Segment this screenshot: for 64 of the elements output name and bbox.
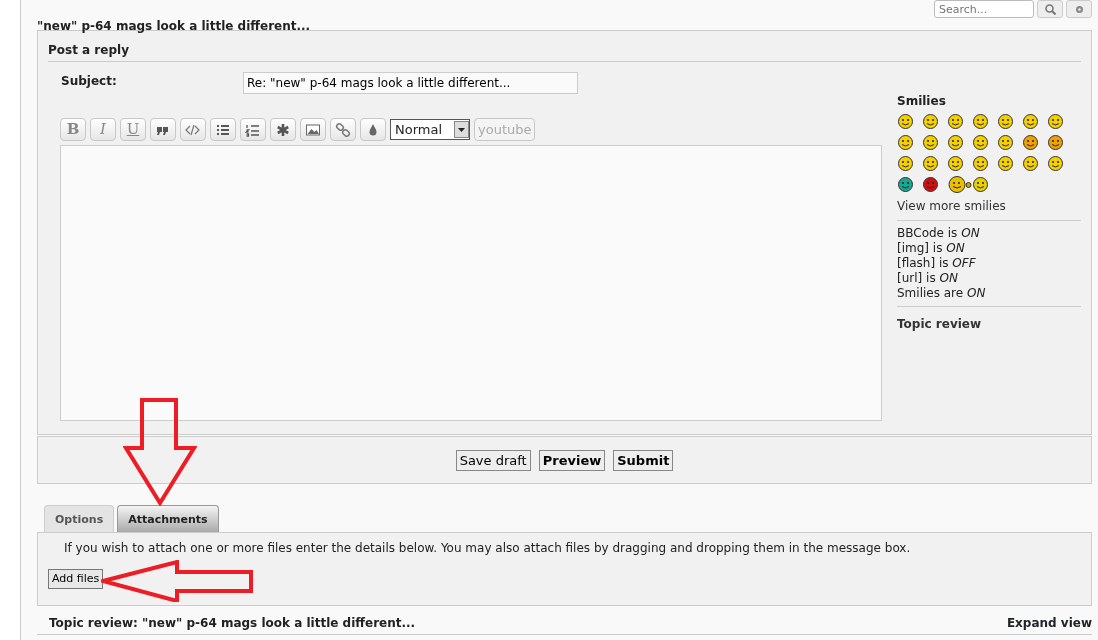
search-field[interactable]: Search... — [934, 0, 1034, 18]
status-line: BBCode is ON — [897, 226, 981, 241]
smiley-icon[interactable] — [1047, 155, 1064, 172]
topic-review-link[interactable]: Topic review — [897, 315, 1081, 333]
smiley-icon[interactable] — [972, 134, 989, 151]
section-heading: Topic review: "new" p-64 mags look a little different... — [49, 614, 416, 632]
smiley-icon[interactable] — [897, 155, 914, 172]
view-more-link[interactable]: View more smilies — [897, 197, 1081, 215]
section-heading: Post a reply — [48, 41, 1081, 62]
status-line: [img] is ON — [897, 241, 966, 256]
smiley-icon[interactable] — [897, 176, 914, 193]
expand-view-link[interactable]: Expand view — [1006, 613, 1092, 632]
smiley-icon[interactable] — [1047, 113, 1064, 130]
smiley-icon[interactable] — [922, 134, 939, 151]
smiley-icon[interactable] — [997, 113, 1014, 130]
topic-title[interactable]: "new" p-64 mags look a little different... — [37, 19, 311, 33]
smiley-icon[interactable] — [1022, 113, 1039, 130]
add-files-button[interactable]: Add files — [48, 568, 104, 589]
status-line: [flash] is OFF — [897, 256, 977, 271]
smiley-icon[interactable] — [947, 113, 964, 130]
image-icon — [305, 121, 321, 138]
smiley-icon[interactable] — [1022, 155, 1039, 172]
smiley-icon[interactable] — [1047, 134, 1064, 151]
smiley-icon[interactable] — [972, 113, 989, 130]
smiley-icon[interactable] — [922, 155, 939, 172]
font-size-select[interactable]: Normal — [390, 119, 470, 140]
settings-icon — [1073, 3, 1085, 15]
smiley-icon[interactable] — [972, 176, 989, 193]
settings-button[interactable] — [1066, 0, 1092, 18]
form-button[interactable]: Submit — [613, 449, 674, 471]
toolbar-button[interactable] — [240, 118, 266, 141]
smiley-icon[interactable] — [947, 155, 964, 172]
tab[interactable]: Options — [44, 505, 115, 532]
tab[interactable]: Attachments — [117, 505, 219, 532]
toolbar-button[interactable] — [150, 118, 176, 141]
smiley-icon[interactable] — [897, 113, 914, 130]
toolbar-button[interactable] — [270, 118, 296, 141]
toolbar-button[interactable] — [210, 118, 236, 141]
toolbar-button[interactable] — [330, 118, 356, 141]
smiley-icon[interactable] — [922, 176, 939, 193]
smiley-icon[interactable] — [947, 176, 972, 193]
field-label: Subject: — [61, 73, 118, 90]
subject-field[interactable]: Re: "new" p-64 mags look a little different... — [243, 72, 578, 94]
dropdown-caret-icon — [454, 121, 469, 138]
smiley-icon[interactable] — [972, 155, 989, 172]
instruction-text: If you wish to attach one or more files enter the details below. You may also attach files by dragging and dropping them in the message box. — [63, 539, 912, 557]
smiley-icon[interactable] — [1022, 134, 1039, 151]
link-icon — [335, 121, 351, 138]
smiley-icon[interactable] — [947, 134, 964, 151]
smiley-icon[interactable] — [997, 155, 1014, 172]
asterisk-icon — [275, 121, 291, 138]
toolbar-button[interactable] — [300, 118, 326, 141]
form-button[interactable]: Preview — [538, 449, 606, 471]
toolbar-button[interactable] — [180, 118, 206, 141]
section-heading: Smilies — [897, 93, 947, 110]
form-button[interactable]: Save draft — [455, 449, 531, 471]
smiley-icon[interactable] — [922, 113, 939, 130]
search-button[interactable] — [1037, 0, 1063, 18]
smiley-icon[interactable] — [897, 134, 914, 151]
status-line: Smilies are ON — [897, 286, 987, 301]
status-line: [url] is ON — [897, 271, 959, 286]
toolbar-button[interactable] — [360, 118, 386, 141]
search-icon — [1044, 3, 1056, 15]
smiley-icon[interactable] — [997, 134, 1014, 151]
